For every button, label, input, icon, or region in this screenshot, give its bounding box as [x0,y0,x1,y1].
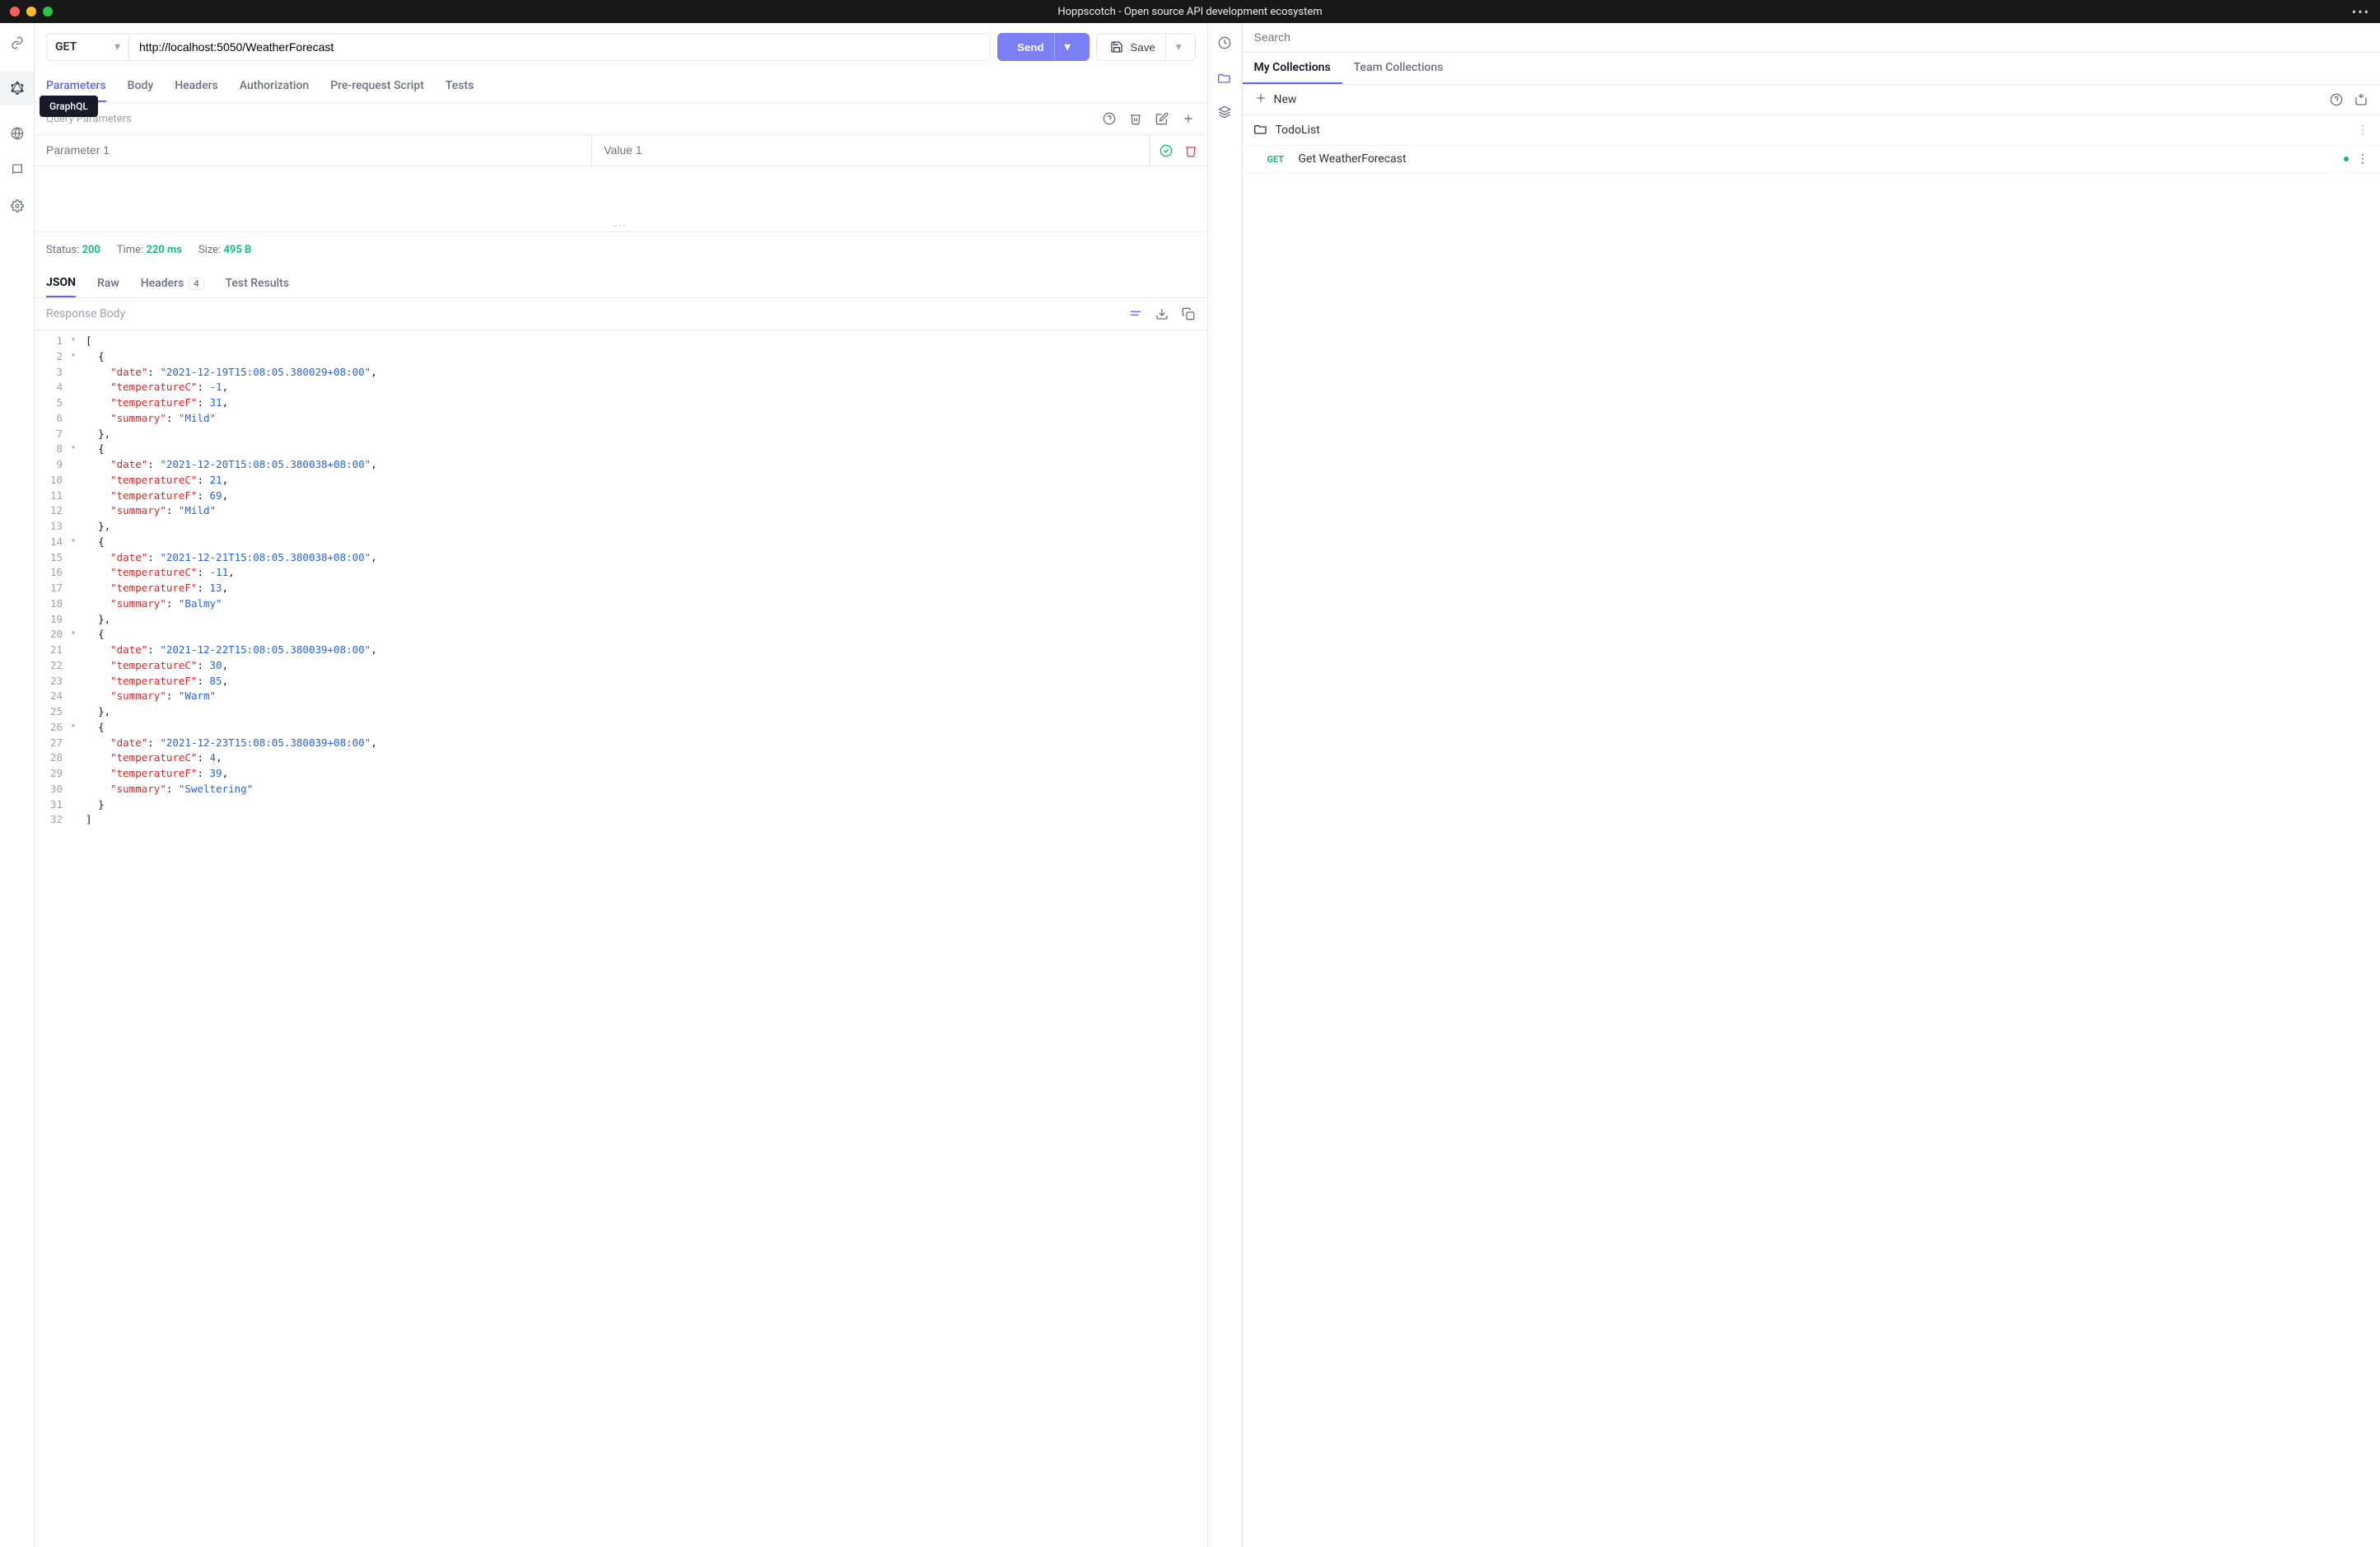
settings-icon[interactable] [9,198,26,214]
status-bar: Status: 200 Time: 220 ms Size: 495 B [35,232,1207,263]
request-method: GET [1267,154,1290,165]
param-key-input[interactable] [46,143,580,157]
response-tabs: JSON Raw Headers 4 Test Results [35,263,1207,297]
request-tabs: Parameters Body Headers Authorization Pr… [35,71,1207,103]
chevron-down-icon: ▾ [114,40,120,54]
headers-count-badge: 4 [189,278,203,290]
docs-icon[interactable] [9,161,26,178]
help-icon[interactable] [2329,92,2344,107]
request-response-divider[interactable]: ••• [35,166,1207,232]
ctab-my[interactable]: My Collections [1243,53,1342,84]
graphql-tooltip: GraphQL [40,96,98,117]
chevron-down-icon[interactable]: ▾ [1065,40,1071,54]
wrap-lines-icon[interactable] [1128,306,1143,321]
rtab-testresults[interactable]: Test Results [226,270,289,297]
send-button[interactable]: Send ▾ [997,33,1090,61]
window-minimize-button[interactable] [26,7,36,16]
collection-item[interactable]: TodoList ⋮ [1243,115,2380,146]
download-icon[interactable] [1155,306,1169,321]
delete-all-icon[interactable] [1128,111,1143,126]
tab-tests[interactable]: Tests [446,71,474,102]
window-maximize-button[interactable] [43,7,53,16]
param-enable-icon[interactable] [1159,143,1174,158]
size-label: Size: [198,244,221,256]
param-delete-icon[interactable] [1183,143,1198,158]
edit-icon[interactable] [1155,111,1169,126]
request-status-dot [2344,157,2349,161]
main-panel: GET ▾ Send ▾ Save ▾ Parameters Body Head… [35,23,1208,1547]
send-label: Send [1017,41,1044,54]
new-collection-label[interactable]: New [1274,93,1297,106]
collections-icon[interactable] [1216,69,1233,86]
method-label: GET [55,40,114,54]
add-icon[interactable] [1181,111,1196,126]
ctab-team[interactable]: Team Collections [1342,53,1455,84]
left-sidebar: GraphQL [0,23,35,1547]
plus-icon[interactable] [1254,91,1267,108]
realtime-icon[interactable] [9,125,26,142]
response-body-label: Response Body [46,307,125,320]
save-button[interactable]: Save ▾ [1096,33,1195,61]
collection-more-icon[interactable]: ⋮ [2357,124,2368,137]
import-icon[interactable] [2354,92,2368,107]
request-more-icon[interactable]: ⋮ [2357,152,2368,166]
tab-authorization[interactable]: Authorization [240,71,309,102]
tab-body[interactable]: Body [128,71,154,102]
rtab-raw[interactable]: Raw [97,270,119,297]
collection-name: TodoList [1276,124,1320,137]
save-label: Save [1130,41,1155,54]
time-value: 220 ms [146,244,182,256]
method-select[interactable]: GET ▾ [46,33,128,61]
titlebar: Hoppscotch - Open source API development… [0,0,2380,23]
response-body-code[interactable]: 1▾[2▾ {3 "date": "2021-12-19T15:08:05.38… [35,330,1207,1547]
chevron-down-icon[interactable]: ▾ [1176,40,1182,54]
env-icon[interactable] [1216,104,1233,120]
history-icon[interactable] [1216,35,1233,51]
request-name: Get WeatherForecast [1299,152,2336,166]
time-label: Time: [117,244,143,256]
tab-headers[interactable]: Headers [175,71,218,102]
rtab-headers[interactable]: Headers 4 [141,270,204,297]
url-input[interactable] [128,33,991,61]
folder-icon [1254,122,1267,138]
tab-prerequest[interactable]: Pre-request Script [330,71,424,102]
param-value-input[interactable] [604,143,1137,157]
param-row [35,134,1207,166]
right-icon-rail [1208,23,1243,1547]
size-value: 495 B [223,244,251,256]
graphql-icon[interactable] [0,71,34,105]
collections-panel: My Collections Team Collections New Todo… [1243,23,2380,1547]
request-item[interactable]: GET Get WeatherForecast ⋮ [1243,146,2380,173]
rest-icon[interactable] [9,35,26,51]
window-title: Hoppscotch - Open source API development… [1057,6,1322,18]
status-label: Status: [46,244,79,256]
copy-icon[interactable] [1181,306,1196,321]
window-menu-button[interactable]: ••• [2352,4,2370,20]
help-icon[interactable] [1102,111,1117,126]
status-value: 200 [82,244,100,256]
rtab-json[interactable]: JSON [46,269,76,297]
collections-search-input[interactable] [1254,30,2369,44]
save-icon [1110,40,1123,54]
window-close-button[interactable] [10,7,20,16]
